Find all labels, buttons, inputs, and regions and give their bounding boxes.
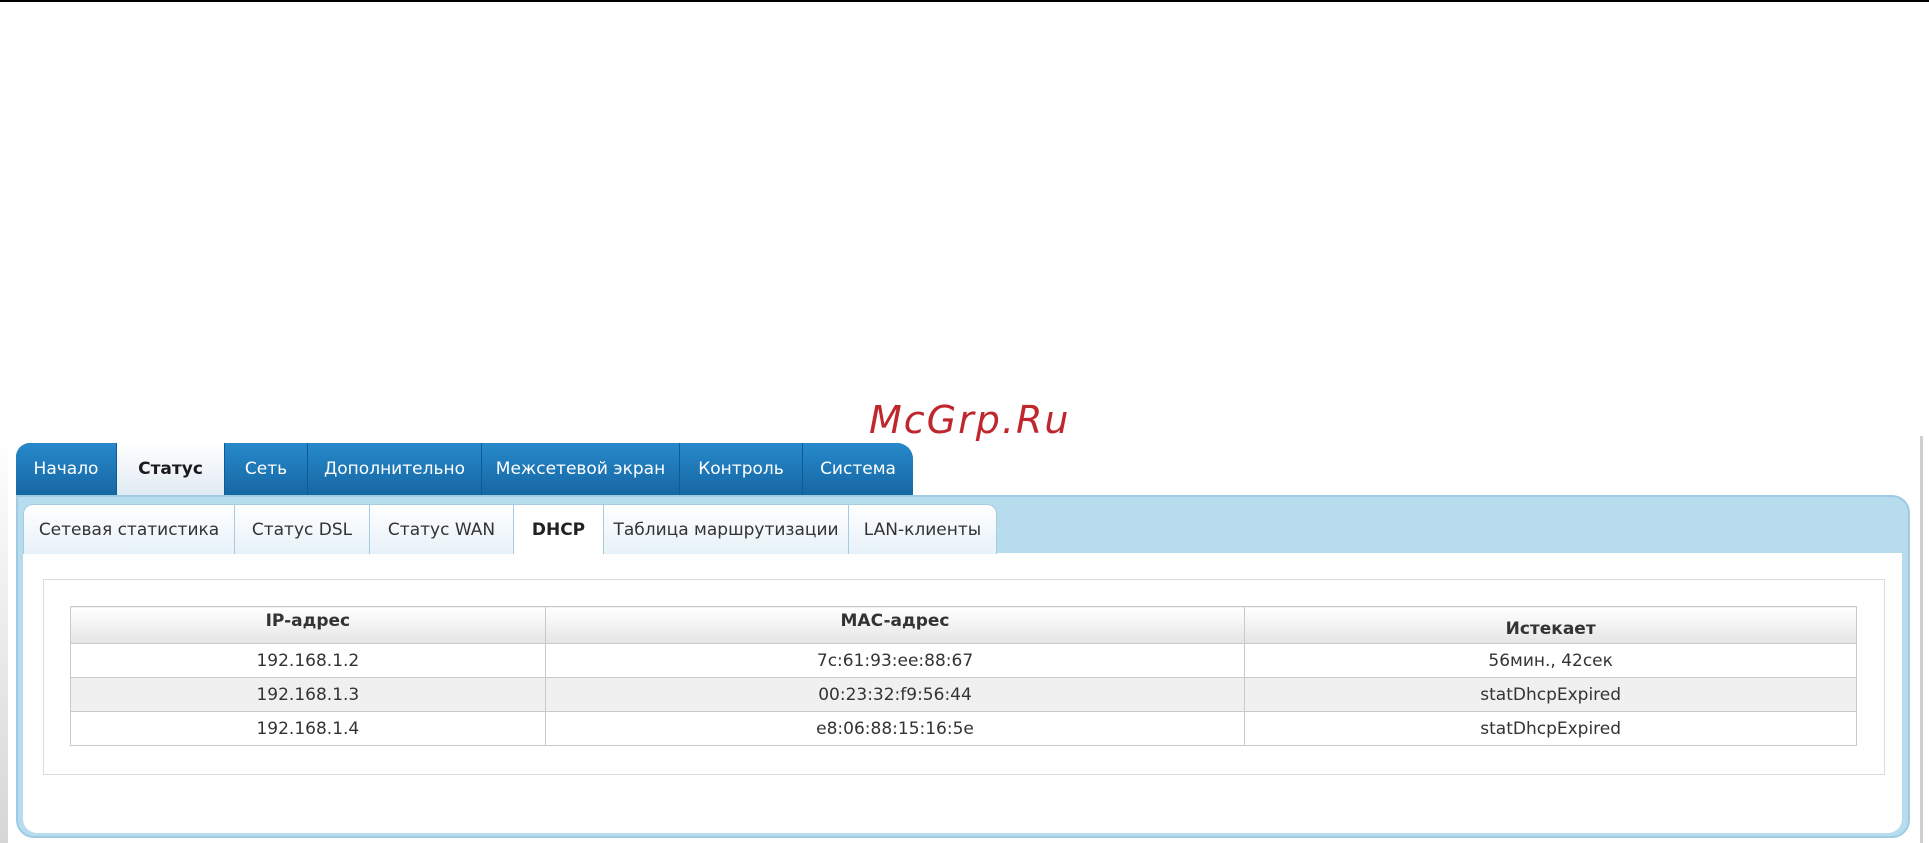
header-expires: Истекает: [1244, 606, 1857, 644]
top-divider: [0, 0, 1929, 2]
left-edge: [0, 436, 8, 843]
cell-mac: e8:06:88:15:16:5e: [544, 711, 1246, 746]
subtab-dsl-status[interactable]: Статус DSL: [235, 505, 370, 554]
table-header-row: IP-адрес MAC-адрес Истекает: [70, 606, 1857, 644]
cell-expires: statDhcpExpired: [1244, 711, 1857, 746]
table-row: 192.168.1.4 e8:06:88:15:16:5e statDhcpEx…: [70, 711, 1857, 746]
sub-nav: Сетевая статистика Статус DSL Статус WAN…: [23, 504, 997, 554]
page: McGrp.Ru Начало Статус Сеть Дополнительн…: [0, 0, 1929, 843]
header-ip-address: IP-адрес: [70, 606, 546, 644]
subtab-routing-table[interactable]: Таблица маршрутизации: [604, 505, 849, 554]
cell-mac: 7c:61:93:ee:88:67: [544, 643, 1246, 678]
cell-ip: 192.168.1.3: [70, 677, 546, 712]
table-row: 192.168.1.2 7c:61:93:ee:88:67 56мин., 42…: [70, 643, 1857, 678]
watermark-logo: McGrp.Ru: [869, 398, 1071, 442]
cell-expires: statDhcpExpired: [1244, 677, 1857, 712]
cell-ip: 192.168.1.2: [70, 643, 546, 678]
tab-control[interactable]: Контроль: [680, 443, 803, 495]
cell-expires: 56мин., 42сек: [1244, 643, 1857, 678]
tab-system[interactable]: Система: [803, 443, 913, 495]
table-row: 192.168.1.3 00:23:32:f9:56:44 statDhcpEx…: [70, 677, 1857, 712]
subtab-network-statistics[interactable]: Сетевая статистика: [24, 505, 235, 554]
main-nav: Начало Статус Сеть Дополнительно Межсете…: [16, 443, 913, 495]
tab-home[interactable]: Начало: [16, 443, 117, 495]
subtab-wan-status[interactable]: Статус WAN: [370, 505, 514, 554]
cell-mac: 00:23:32:f9:56:44: [544, 677, 1246, 712]
header-mac-address: MAC-адрес: [544, 606, 1246, 644]
right-edge: [1920, 436, 1923, 843]
tab-firewall[interactable]: Межсетевой экран: [482, 443, 680, 495]
tab-advanced[interactable]: Дополнительно: [308, 443, 482, 495]
dhcp-leases-table: IP-адрес MAC-адрес Истекает 192.168.1.2 …: [70, 606, 1857, 746]
tab-network[interactable]: Сеть: [225, 443, 308, 495]
cell-ip: 192.168.1.4: [70, 711, 546, 746]
subtab-lan-clients[interactable]: LAN-клиенты: [849, 505, 996, 554]
subtab-dhcp[interactable]: DHCP: [514, 505, 604, 554]
tab-status[interactable]: Статус: [117, 443, 225, 495]
